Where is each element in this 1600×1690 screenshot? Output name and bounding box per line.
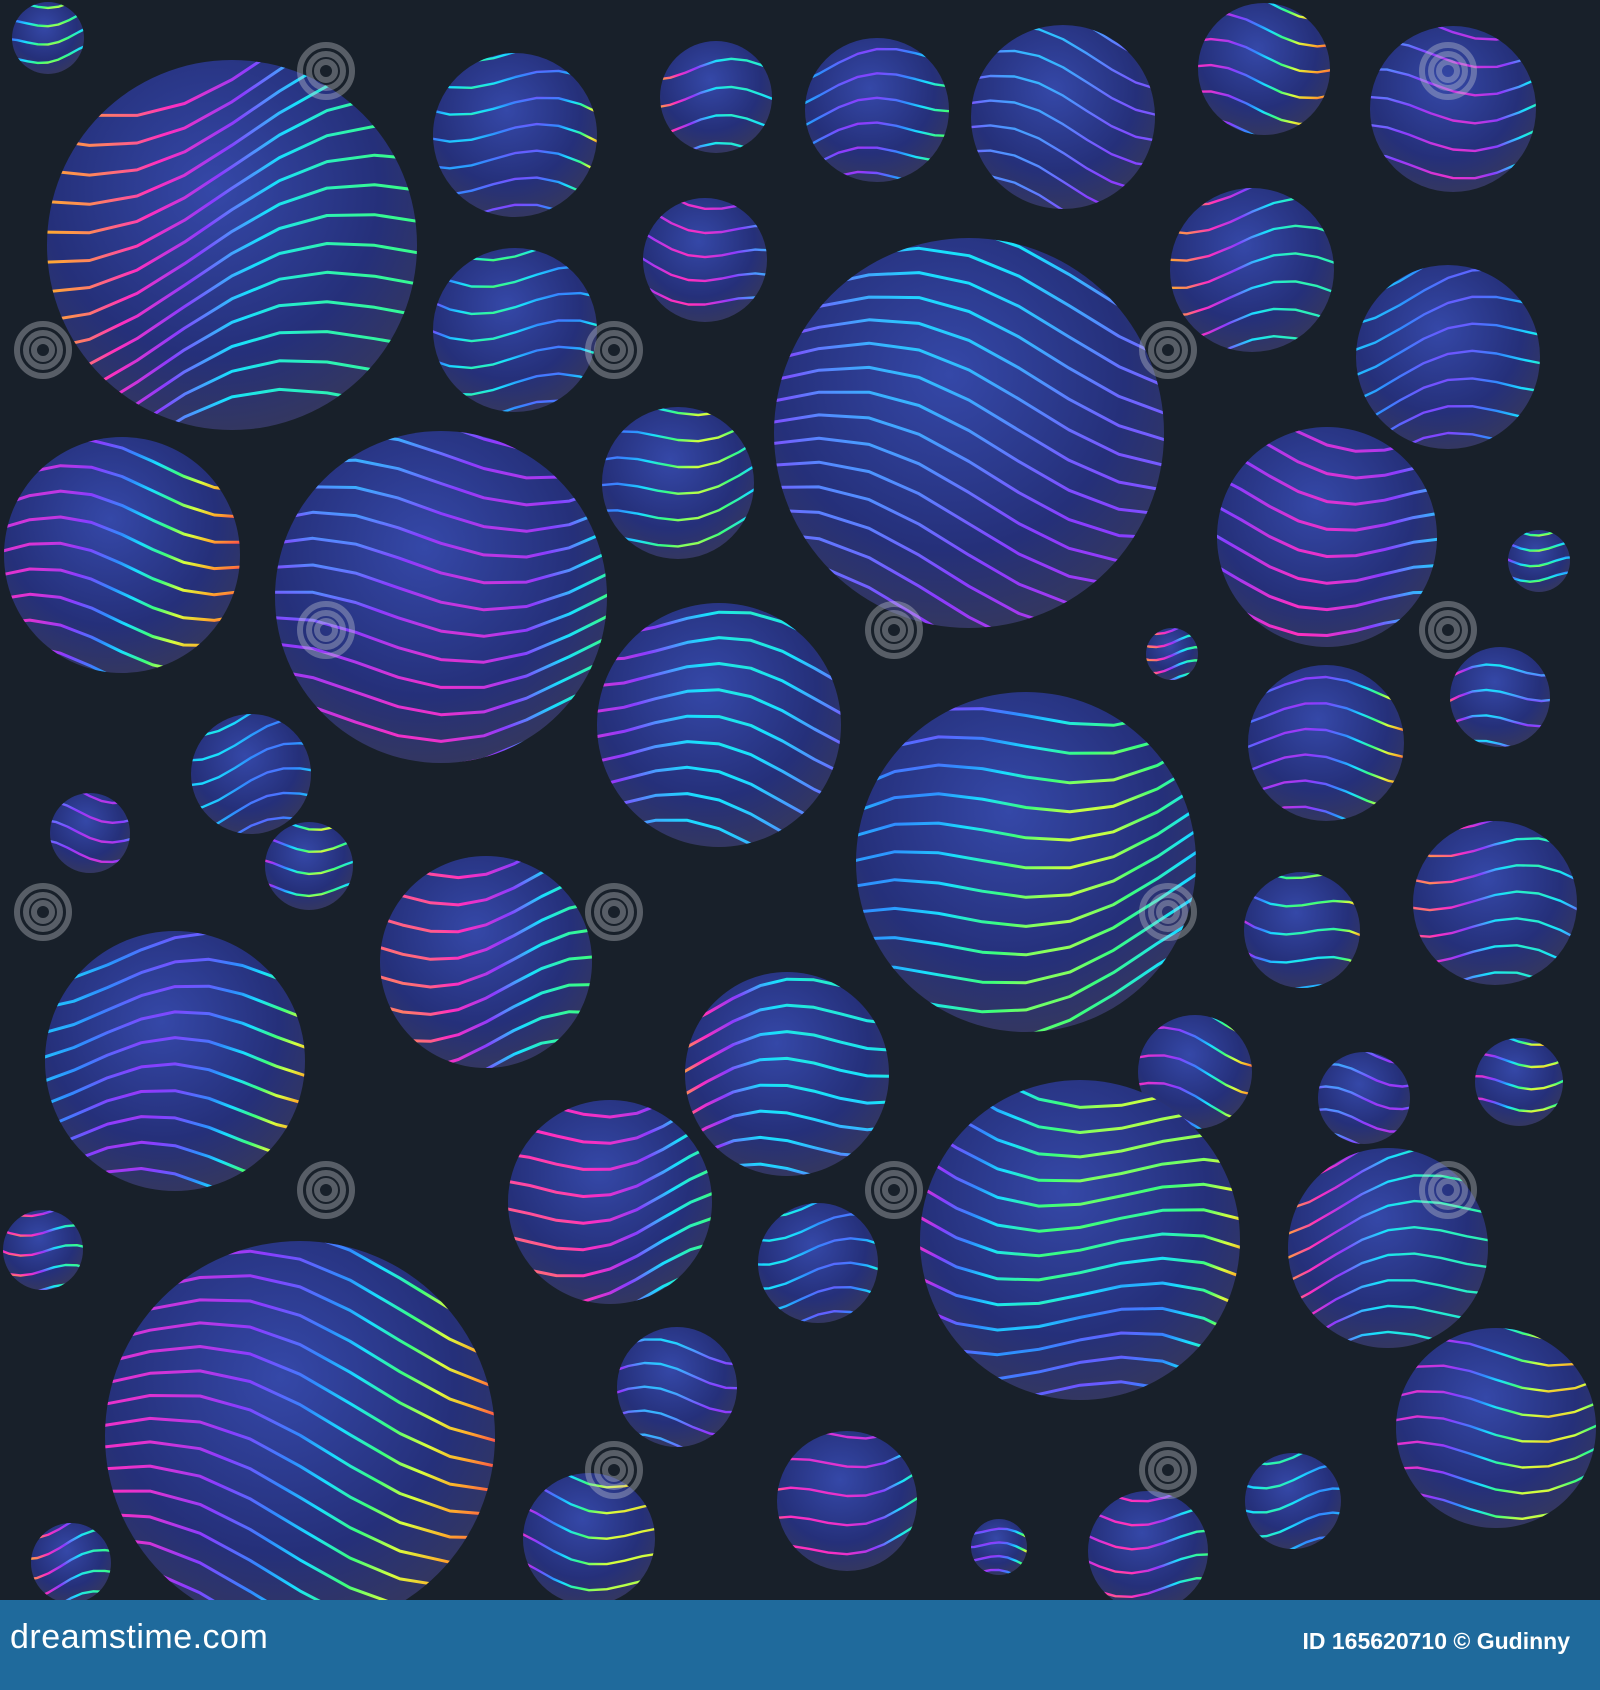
dreamstime-logo-text[interactable]: dreamstime.com bbox=[10, 1618, 268, 1657]
id-value: 165620710 bbox=[1331, 1628, 1447, 1654]
copyright-icon: © bbox=[1453, 1628, 1471, 1654]
footer-bar: dreamstime.com ID 165620710 © Gudinny bbox=[0, 1600, 1600, 1690]
image-id-credit: ID 165620710 © Gudinny bbox=[1302, 1628, 1570, 1655]
id-label: ID bbox=[1302, 1628, 1326, 1654]
author-name[interactable]: Gudinny bbox=[1477, 1628, 1570, 1654]
iridescent-spheres-pattern bbox=[0, 0, 1600, 1600]
